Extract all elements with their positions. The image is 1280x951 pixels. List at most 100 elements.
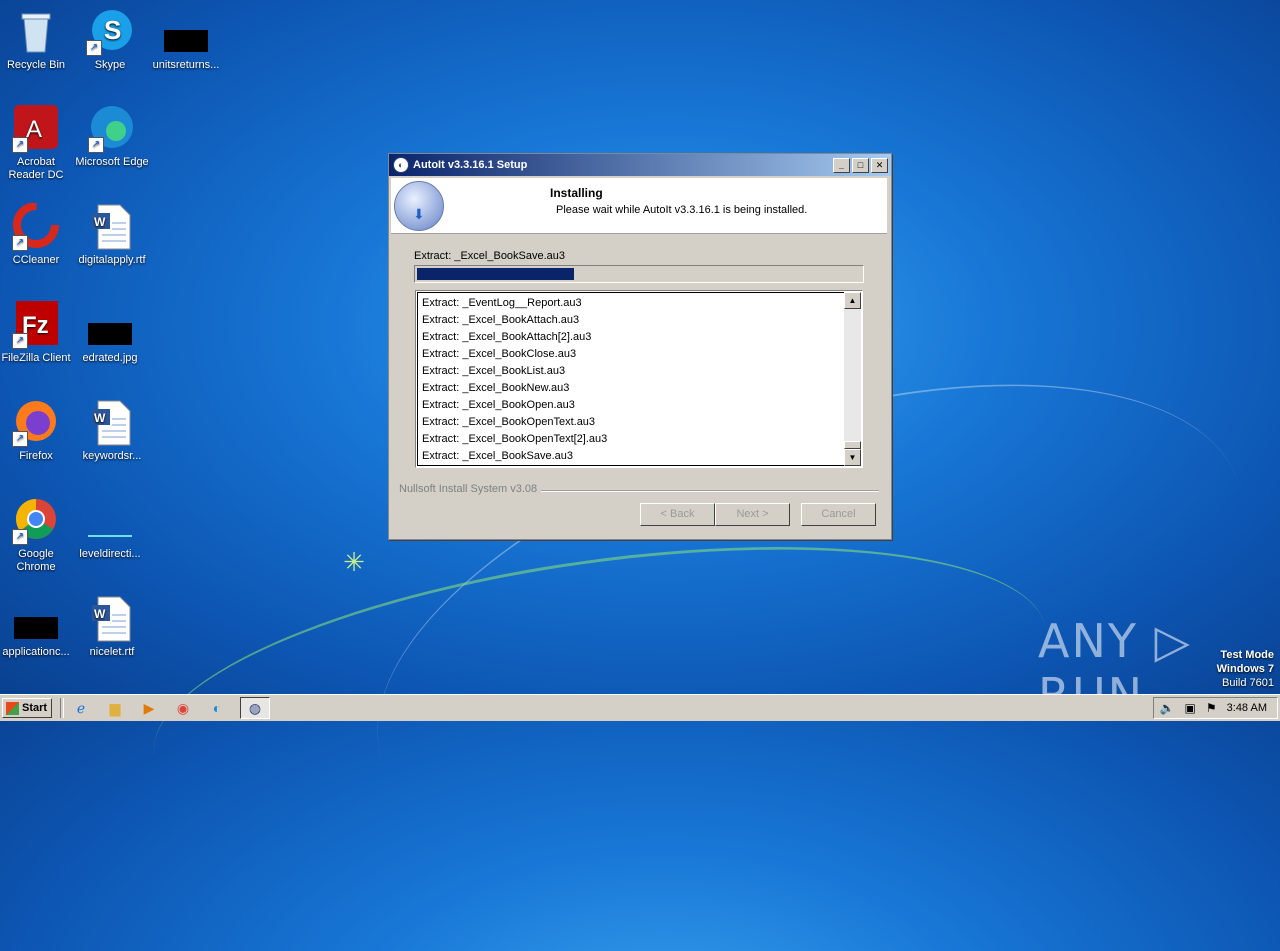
desktop-icon-label: digitalapply.rtf bbox=[78, 254, 146, 266]
chrome-icon: ↗ bbox=[12, 497, 60, 545]
log-line: Extract: _Excel_BookNew.au3 bbox=[422, 382, 570, 394]
redacted-image-icon bbox=[86, 301, 134, 349]
dialog-header: ⬇ Installing Please wait while AutoIt v3… bbox=[391, 178, 887, 234]
redacted-file-icon bbox=[162, 8, 210, 56]
desktop-icon-label: edrated.jpg bbox=[82, 352, 138, 364]
test-mode-line: Test Mode bbox=[1220, 649, 1274, 661]
maximize-button[interactable]: □ bbox=[852, 157, 869, 173]
dialog-title: AutoIt v3.3.16.1 Setup bbox=[413, 159, 528, 171]
desktop-icon-label: nicelet.rtf bbox=[89, 646, 135, 658]
wallpaper-bloom: ✳ bbox=[343, 547, 365, 577]
build-line: Build 7601 bbox=[1222, 677, 1274, 689]
start-label: Start bbox=[22, 702, 48, 714]
start-button[interactable]: Start bbox=[2, 698, 52, 718]
desktop-icon-edrated[interactable]: edrated.jpg bbox=[72, 301, 148, 365]
filezilla-icon: Fz ↗ bbox=[12, 301, 60, 349]
svg-text:S: S bbox=[104, 15, 121, 45]
log-scrollbar[interactable]: ▲ ▼ bbox=[844, 292, 861, 466]
firefox-icon: ↗ bbox=[12, 399, 60, 447]
word-document-icon: W bbox=[88, 595, 136, 643]
desktop-icon-applicationc[interactable]: applicationc... bbox=[0, 595, 74, 659]
shortcut-arrow-icon: ↗ bbox=[12, 235, 28, 251]
media-player-icon[interactable]: ▶ bbox=[138, 698, 160, 718]
desktop-icon-label: Acrobat Reader DC bbox=[8, 156, 64, 181]
svg-text:W: W bbox=[94, 411, 106, 425]
cancel-button[interactable]: Cancel bbox=[801, 503, 876, 526]
desktop-icon-label: Google Chrome bbox=[16, 548, 56, 573]
desktop-icon-acrobat[interactable]: A ↗ Acrobat Reader DC bbox=[0, 105, 74, 182]
shortcut-arrow-icon: ↗ bbox=[88, 137, 104, 153]
desktop-icon-filezilla[interactable]: Fz ↗ FileZilla Client bbox=[0, 301, 74, 365]
redacted-file-icon bbox=[12, 595, 60, 643]
scroll-thumb[interactable] bbox=[844, 441, 861, 449]
desktop-icon-label: FileZilla Client bbox=[1, 352, 71, 364]
desktop-icon-nicelet[interactable]: W nicelet.rtf bbox=[74, 595, 150, 659]
desktop-icon-label: Recycle Bin bbox=[6, 59, 66, 71]
desktop-icon-keywordsr[interactable]: W keywordsr... bbox=[74, 399, 150, 463]
desktop-icon-unitsreturns[interactable]: unitsreturns... bbox=[148, 8, 224, 72]
desktop-icon-edge[interactable]: ↗ Microsoft Edge bbox=[74, 105, 150, 169]
scroll-down-button[interactable]: ▼ bbox=[844, 449, 861, 466]
window-controls: _ □ ✕ bbox=[833, 157, 888, 173]
autoit-setup-icon[interactable]: ◍ bbox=[240, 697, 270, 719]
scroll-up-button[interactable]: ▲ bbox=[844, 292, 861, 309]
shortcut-arrow-icon: ↗ bbox=[12, 529, 28, 545]
desktop-icon-digitalapply[interactable]: W digitalapply.rtf bbox=[74, 203, 150, 267]
log-line: Extract: _Excel_BookOpen.au3 bbox=[422, 399, 575, 411]
desktop-icon-label: Microsoft Edge bbox=[75, 156, 149, 168]
setup-dialog: ◐ AutoIt v3.3.16.1 Setup _ □ ✕ ⬇ Install… bbox=[388, 153, 892, 540]
system-tray: 🔈 ▣ ⚑ 3:48 AM bbox=[1152, 697, 1278, 719]
next-button[interactable]: Next > bbox=[715, 503, 790, 526]
network-icon[interactable]: ▣ bbox=[1185, 701, 1196, 715]
progress-fill bbox=[417, 268, 574, 280]
chrome-icon[interactable]: ◉ bbox=[172, 698, 194, 718]
header-title: Installing bbox=[550, 186, 603, 200]
header-subtitle: Please wait while AutoIt v3.3.16.1 is be… bbox=[556, 204, 808, 216]
volume-icon[interactable]: 🔈 bbox=[1160, 701, 1175, 715]
desktop-icon-label: Skype bbox=[94, 59, 126, 71]
skype-icon: S ↗ bbox=[86, 8, 134, 56]
install-log[interactable]: Extract: _EventLog__Report.au3 Extract: _… bbox=[415, 290, 863, 468]
desktop-icon-firefox[interactable]: ↗ Firefox bbox=[0, 399, 74, 463]
acrobat-icon: A ↗ bbox=[12, 105, 60, 153]
edge-icon[interactable]: ◐ bbox=[206, 698, 228, 718]
log-line: Extract: _Excel_BookAttach[2].au3 bbox=[422, 331, 592, 343]
install-log-list: Extract: _EventLog__Report.au3 Extract: _… bbox=[417, 292, 844, 466]
desktop-icon-label: CCleaner bbox=[12, 254, 60, 266]
log-line: Extract: _EventLog__Report.au3 bbox=[422, 297, 582, 309]
word-document-icon: W bbox=[88, 203, 136, 251]
desktop-icon-label: keywordsr... bbox=[82, 450, 142, 462]
clock[interactable]: 3:48 AM bbox=[1227, 702, 1267, 714]
dialog-titlebar[interactable]: ◐ AutoIt v3.3.16.1 Setup _ □ ✕ bbox=[389, 154, 891, 176]
desktop-icon-chrome[interactable]: ↗ Google Chrome bbox=[0, 497, 74, 574]
desktop-icon-label: leveldirecti... bbox=[79, 548, 141, 560]
current-action-label: Extract: _Excel_BookSave.au3 bbox=[414, 250, 566, 262]
desktop-icon-ccleaner[interactable]: ↗ CCleaner bbox=[0, 202, 74, 267]
explorer-icon[interactable]: ▆ bbox=[104, 698, 126, 718]
recycle-bin-icon bbox=[12, 8, 60, 56]
edge-icon: ↗ bbox=[88, 105, 136, 153]
back-button[interactable]: < Back bbox=[640, 503, 715, 526]
install-progress-bar bbox=[414, 265, 864, 283]
shortcut-arrow-icon: ↗ bbox=[12, 137, 28, 153]
minimize-button[interactable]: _ bbox=[833, 157, 850, 173]
taskbar: Start ℯ ▆ ▶ ◉ ◐ ◍ 🔈 ▣ ⚑ 3:48 AM bbox=[0, 694, 1280, 721]
desktop-icon-label: unitsreturns... bbox=[152, 59, 220, 71]
log-line: Extract: _Excel_BookSave.au3 bbox=[422, 450, 574, 462]
test-mode-text: Test Mode Windows 7 Build 7601 bbox=[1217, 648, 1274, 690]
action-center-flag-icon[interactable]: ⚑ bbox=[1206, 701, 1217, 715]
ie-icon[interactable]: ℯ bbox=[70, 698, 92, 718]
svg-text:W: W bbox=[94, 215, 106, 229]
ccleaner-icon: ↗ bbox=[12, 202, 60, 251]
desktop-icon-skype[interactable]: S ↗ Skype bbox=[72, 8, 148, 72]
log-line: Extract: _Excel_BookOpenText.au3 bbox=[422, 416, 596, 428]
log-line: Extract: _Excel_BookClose.au3 bbox=[422, 348, 577, 360]
svg-text:A: A bbox=[26, 116, 42, 143]
svg-text:W: W bbox=[94, 607, 106, 621]
shortcut-arrow-icon: ↗ bbox=[12, 333, 28, 349]
os-name-line: Windows 7 bbox=[1216, 663, 1274, 675]
close-button[interactable]: ✕ bbox=[871, 157, 888, 173]
desktop-icon-leveldirecti[interactable]: leveldirecti... bbox=[72, 497, 148, 561]
branding-text: Nullsoft Install System v3.08 bbox=[399, 483, 542, 495]
desktop-icon-recycle-bin[interactable]: Recycle Bin bbox=[0, 8, 74, 72]
